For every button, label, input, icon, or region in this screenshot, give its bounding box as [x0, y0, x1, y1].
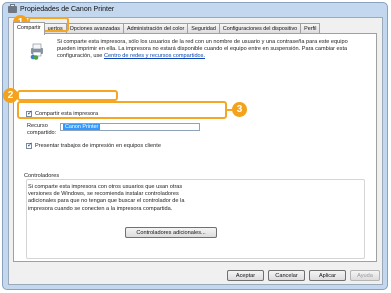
- apply-button[interactable]: Aplicar: [309, 270, 346, 281]
- dialog-client-area: Compartir uertos Opciones avanzadas Admi…: [8, 17, 383, 285]
- accept-button[interactable]: Aceptar: [227, 270, 264, 281]
- help-button[interactable]: Ayuda: [350, 270, 380, 281]
- drivers-description: Si comparte esta impresora con otros usu…: [28, 184, 185, 212]
- printer-icon: [8, 4, 17, 13]
- render-client-label: Presentar trabajos de impresión en equip…: [35, 143, 161, 149]
- callout-2-badge: 2: [3, 88, 18, 103]
- drivers-group-title: Controladores: [22, 173, 62, 179]
- title-bar: Propiedades de Canon Printer: [3, 3, 387, 17]
- shared-printer-icon: [30, 43, 43, 60]
- render-client-row[interactable]: Presentar trabajos de impresión en equip…: [26, 141, 161, 149]
- cancel-button[interactable]: Cancelar: [268, 270, 305, 281]
- callout-3-badge: 3: [232, 102, 247, 117]
- share-printer-checkbox[interactable]: [26, 109, 33, 117]
- share-printer-row[interactable]: Compartir esta impresora: [26, 109, 99, 117]
- window-title: Propiedades de Canon Printer: [20, 6, 115, 13]
- sharing-description: Si comparte esta impresora, sólo los usu…: [57, 39, 357, 61]
- share-printer-label: Compartir esta impresora: [35, 111, 99, 117]
- share-name-label: Recurso compartido:: [27, 123, 57, 136]
- sharing-panel: Si comparte esta impresora, sólo los usu…: [13, 33, 377, 262]
- additional-drivers-button[interactable]: Controladores adicionales...: [125, 227, 217, 238]
- printer-properties-window: Propiedades de Canon Printer Compartir u…: [2, 2, 388, 290]
- network-center-link[interactable]: Centro de redes y recursos compartidos.: [104, 53, 205, 59]
- render-client-checkbox[interactable]: [26, 141, 33, 149]
- tab-compartir[interactable]: Compartir: [13, 22, 45, 35]
- share-name-value: Canon Printer: [63, 124, 101, 130]
- share-name-input[interactable]: Canon Printer: [60, 123, 200, 131]
